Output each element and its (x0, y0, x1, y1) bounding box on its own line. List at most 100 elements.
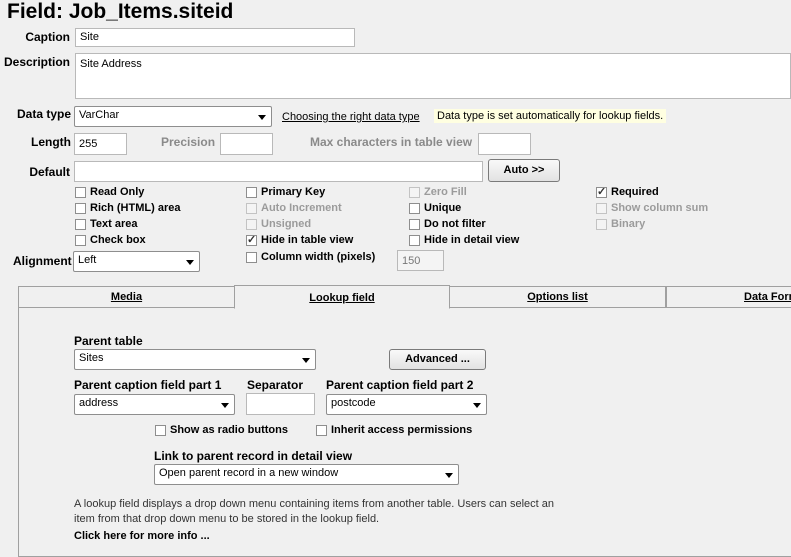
chevron-down-icon (445, 472, 453, 478)
precision-input[interactable] (220, 133, 273, 155)
checkbox-box[interactable] (246, 218, 257, 230)
checkbox-box[interactable] (75, 218, 86, 230)
hide-table-view-label: Hide in table view (261, 234, 354, 246)
chevron-down-icon (302, 357, 310, 363)
description-label: Description (3, 55, 70, 69)
radio-buttons-label: Show as radio buttons (170, 424, 288, 436)
rich-html-checkbox[interactable]: Rich (HTML) area (75, 202, 180, 214)
page-title: Field: Job_Items.siteid (7, 0, 234, 23)
inherit-permissions-checkbox[interactable]: Inherit access permissions (316, 424, 472, 436)
checkbox-box[interactable] (75, 202, 86, 214)
caption-part2-select[interactable]: postcode (326, 394, 487, 415)
zero-fill-label: Zero Fill (424, 186, 467, 198)
caption-input[interactable]: Site (75, 28, 355, 47)
check-box-label: Check box (90, 234, 146, 246)
link-parent-select[interactable]: Open parent record in a new window (154, 464, 459, 485)
parent-table-label: Parent table (74, 334, 143, 348)
chevron-down-icon (258, 114, 266, 120)
link-parent-value: Open parent record in a new window (159, 467, 339, 479)
text-area-label: Text area (90, 218, 138, 230)
link-parent-label: Link to parent record in detail view (154, 449, 353, 463)
checkbox-box[interactable] (246, 251, 257, 263)
radio-buttons-checkbox[interactable]: Show as radio buttons (155, 424, 288, 436)
do-not-filter-checkbox[interactable]: Do not filter (409, 218, 486, 230)
checkbox-box[interactable] (75, 234, 86, 246)
alignment-label: Alignment (13, 254, 72, 268)
description-textarea[interactable]: Site Address (75, 53, 791, 99)
data-type-note: Data type is set automatically for looku… (434, 109, 667, 123)
parent-table-value: Sites (79, 352, 104, 364)
chevron-down-icon (186, 259, 194, 265)
tab-lookup-field[interactable]: Lookup field (234, 285, 450, 309)
checkbox-box[interactable] (75, 186, 86, 198)
auto-increment-checkbox[interactable]: Auto Increment (246, 202, 342, 214)
zero-fill-checkbox[interactable]: Zero Fill (409, 186, 467, 198)
default-label: Default (29, 165, 70, 179)
required-checkbox[interactable]: Required (596, 185, 659, 198)
inherit-permissions-label: Inherit access permissions (331, 424, 473, 436)
data-type-select[interactable]: VarChar (74, 106, 272, 127)
tab-media[interactable]: Media (18, 286, 235, 307)
auto-increment-label: Auto Increment (261, 202, 342, 214)
more-info-link[interactable]: Click here for more info ... (74, 530, 210, 542)
tab-media-label: Media (110, 291, 143, 303)
unique-label: Unique (424, 202, 462, 214)
column-width-label: Column width (pixels) (261, 251, 376, 263)
binary-checkbox[interactable]: Binary (596, 218, 645, 230)
separator-input[interactable] (246, 393, 315, 415)
data-type-value: VarChar (79, 109, 120, 121)
chevron-down-icon (473, 402, 481, 408)
default-input[interactable] (74, 161, 483, 182)
column-width-checkbox[interactable]: Column width (pixels) (246, 251, 375, 263)
tab-data-format[interactable]: Data Format (666, 286, 791, 307)
lookup-help-text: A lookup field displays a drop down menu… (74, 498, 554, 525)
checkbox-box[interactable] (409, 234, 420, 246)
primary-key-label: Primary Key (261, 186, 326, 198)
do-not-filter-label: Do not filter (424, 218, 486, 230)
alignment-select[interactable]: Left (73, 251, 200, 272)
check-box-checkbox[interactable]: Check box (75, 234, 146, 246)
advanced-button[interactable]: Advanced ... (389, 349, 486, 370)
show-column-sum-checkbox[interactable]: Show column sum (596, 202, 708, 214)
caption-part1-select[interactable]: address (74, 394, 235, 415)
checkbox-box[interactable] (409, 218, 420, 230)
hide-detail-view-checkbox[interactable]: Hide in detail view (409, 234, 519, 246)
required-label: Required (611, 186, 659, 198)
parent-table-select[interactable]: Sites (74, 349, 316, 370)
unsigned-label: Unsigned (261, 218, 312, 230)
checkbox-box[interactable] (409, 186, 420, 198)
column-width-input[interactable]: 150 (397, 250, 444, 271)
separator-label: Separator (247, 378, 304, 392)
caption-part2-label: Parent caption field part 2 (326, 378, 474, 392)
max-chars-label: Max characters in table view (310, 135, 473, 149)
show-column-sum-label: Show column sum (611, 202, 709, 214)
checkbox-box[interactable] (596, 202, 607, 214)
caption-label: Caption (25, 30, 70, 44)
checkbox-box[interactable] (316, 424, 327, 436)
text-area-checkbox[interactable]: Text area (75, 218, 138, 230)
tab-lookup-field-label: Lookup field (309, 292, 375, 304)
checkbox-box[interactable] (246, 186, 257, 198)
hide-table-view-checkbox[interactable]: Hide in table view (246, 233, 354, 246)
checkbox-box[interactable] (596, 185, 607, 198)
data-type-help-link[interactable]: Choosing the right data type (282, 111, 420, 123)
auto-button[interactable]: Auto >> (488, 159, 560, 182)
tab-options-list-label: Options list (527, 291, 588, 303)
checkbox-box[interactable] (246, 233, 257, 246)
rich-html-label: Rich (HTML) area (90, 202, 181, 214)
primary-key-checkbox[interactable]: Primary Key (246, 186, 325, 198)
max-chars-input[interactable] (478, 133, 531, 155)
checkbox-box[interactable] (246, 202, 257, 214)
precision-label: Precision (161, 135, 216, 149)
unsigned-checkbox[interactable]: Unsigned (246, 218, 311, 230)
checkbox-box[interactable] (409, 202, 420, 214)
length-input[interactable]: 255 (74, 133, 127, 155)
unique-checkbox[interactable]: Unique (409, 202, 461, 214)
binary-label: Binary (611, 218, 646, 230)
checkbox-box[interactable] (155, 424, 166, 436)
caption-part2-value: postcode (331, 397, 376, 409)
tab-options-list[interactable]: Options list (449, 286, 666, 307)
read-only-checkbox[interactable]: Read Only (75, 186, 144, 198)
caption-part1-value: address (79, 397, 119, 409)
checkbox-box[interactable] (596, 218, 607, 230)
